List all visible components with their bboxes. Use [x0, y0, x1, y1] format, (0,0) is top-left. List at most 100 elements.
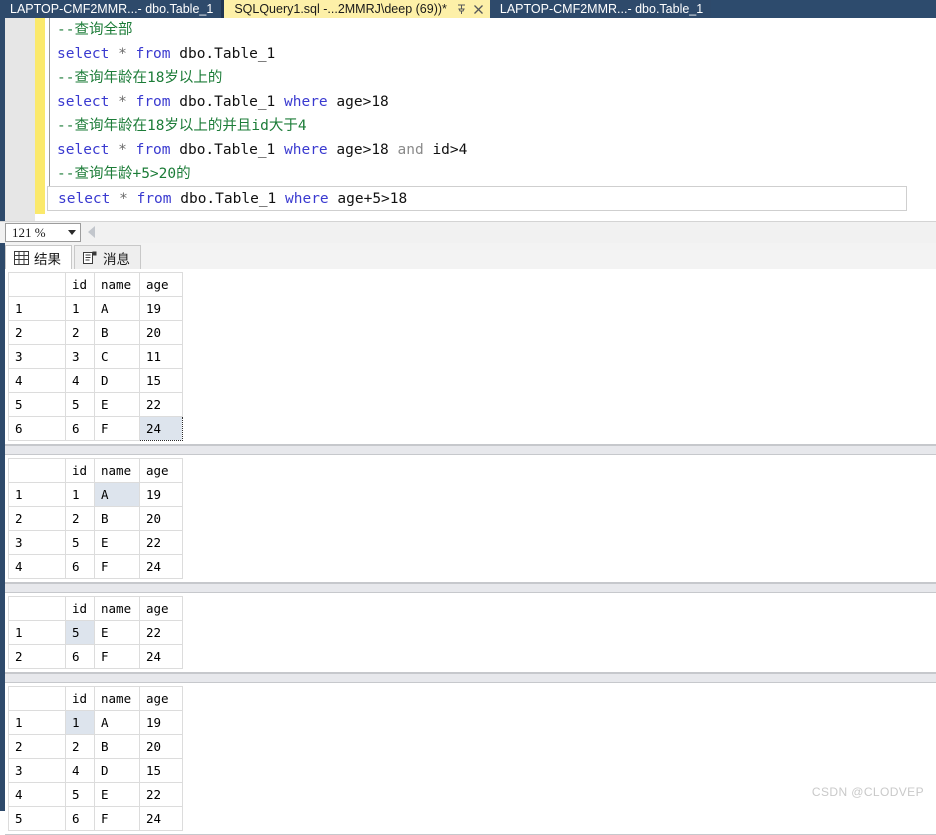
cell-age[interactable]: 11: [139, 344, 183, 369]
table-row[interactable]: 1 1 A 19: [8, 482, 183, 507]
cell-id[interactable]: 2: [65, 320, 95, 345]
table-row[interactable]: 6 6 F 24: [8, 416, 183, 441]
cell-name[interactable]: A: [94, 710, 140, 735]
cell-id[interactable]: 1: [65, 482, 95, 507]
cell-age[interactable]: 20: [139, 734, 183, 759]
cell-age-selected[interactable]: 24: [139, 416, 183, 441]
row-number-cell[interactable]: 3: [8, 344, 66, 369]
code-lines[interactable]: --查询全部 select * from dbo.Table_1 --查询年龄在18…: [47, 18, 932, 211]
column-header-age[interactable]: age: [139, 458, 183, 483]
cell-id[interactable]: 5: [65, 392, 95, 417]
table-row[interactable]: 1 1 A 19: [8, 296, 183, 321]
cell-name[interactable]: E: [94, 620, 140, 645]
grid-corner-cell[interactable]: [8, 596, 66, 621]
table-row[interactable]: 1 1 A 19: [8, 710, 183, 735]
code-line[interactable]: select * from dbo.Table_1 where age+5>18: [47, 186, 907, 211]
cell-name[interactable]: E: [94, 530, 140, 555]
table-row[interactable]: 3 3 C 11: [8, 344, 183, 369]
table-row[interactable]: 3 5 E 22: [8, 530, 183, 555]
code-line[interactable]: --查询年龄+5>20的: [52, 162, 932, 186]
result-grids-container[interactable]: id name age 1 1 A 19 2 2 B 20 3 3 C 11 4 4 D 15 5 5 E 22 6 6 F 24 i…: [5, 269, 936, 835]
document-tab-1[interactable]: SQLQuery1.sql -...2MMRJ\deep (69))*: [224, 0, 490, 18]
table-row[interactable]: 2 6 F 24: [8, 644, 183, 669]
row-number-cell[interactable]: 4: [8, 782, 66, 807]
cell-id[interactable]: 6: [65, 554, 95, 579]
cell-age[interactable]: 22: [139, 530, 183, 555]
cell-name[interactable]: B: [94, 506, 140, 531]
row-number-cell[interactable]: 4: [8, 554, 66, 579]
cell-id[interactable]: 5: [65, 782, 95, 807]
column-header-name[interactable]: name: [94, 272, 140, 297]
row-number-cell[interactable]: 3: [8, 758, 66, 783]
cell-id[interactable]: 2: [65, 506, 95, 531]
table-row[interactable]: 5 6 F 24: [8, 806, 183, 831]
row-number-cell[interactable]: 5: [8, 392, 66, 417]
result-grid[interactable]: id name age 1 1 A 19 2 2 B 20 3 4 D 15 4 5 E 22 5 6 F 24: [5, 686, 936, 835]
column-header-id[interactable]: id: [65, 686, 95, 711]
column-header-name[interactable]: name: [94, 596, 140, 621]
cell-name[interactable]: E: [94, 782, 140, 807]
cell-age[interactable]: 20: [139, 506, 183, 531]
cell-name[interactable]: F: [94, 554, 140, 579]
cell-name[interactable]: F: [94, 416, 140, 441]
cell-age[interactable]: 22: [139, 392, 183, 417]
code-line[interactable]: select * from dbo.Table_1 where age>18 a…: [52, 138, 932, 162]
cell-id[interactable]: 6: [65, 806, 95, 831]
pin-icon[interactable]: [455, 2, 469, 16]
code-line[interactable]: --查询年龄在18岁以上的: [52, 66, 932, 90]
document-tab-2[interactable]: LAPTOP-CMF2MMR...- dbo.Table_1: [489, 0, 712, 18]
cell-age[interactable]: 24: [139, 644, 183, 669]
grid-corner-cell[interactable]: [8, 272, 66, 297]
cell-age[interactable]: 19: [139, 296, 183, 321]
result-table[interactable]: id name age 1 5 E 22 2 6 F 24: [8, 596, 183, 669]
cell-id[interactable]: 6: [65, 644, 95, 669]
table-row[interactable]: 4 4 D 15: [8, 368, 183, 393]
cell-name[interactable]: A: [94, 296, 140, 321]
table-row[interactable]: 3 4 D 15: [8, 758, 183, 783]
cell-name[interactable]: D: [94, 758, 140, 783]
cell-age[interactable]: 22: [139, 782, 183, 807]
cell-id[interactable]: 3: [65, 344, 95, 369]
column-header-name[interactable]: name: [94, 686, 140, 711]
cell-age[interactable]: 19: [139, 710, 183, 735]
row-number-cell[interactable]: 6: [8, 416, 66, 441]
cell-name[interactable]: E: [94, 392, 140, 417]
cell-id[interactable]: 5: [65, 530, 95, 555]
row-number-cell[interactable]: 1: [8, 482, 66, 507]
cell-age[interactable]: 20: [139, 320, 183, 345]
close-icon[interactable]: [472, 2, 486, 16]
row-number-cell[interactable]: 2: [8, 734, 66, 759]
cell-age[interactable]: 24: [139, 806, 183, 831]
results-tab-messages[interactable]: 消息: [74, 245, 141, 269]
cell-name[interactable]: F: [94, 806, 140, 831]
scroll-left-arrow-icon[interactable]: [88, 226, 95, 238]
cell-name-selected[interactable]: A: [94, 482, 140, 507]
table-row[interactable]: 5 5 E 22: [8, 392, 183, 417]
results-tab-results[interactable]: 结果: [5, 245, 72, 269]
column-header-age[interactable]: age: [139, 272, 183, 297]
table-row[interactable]: 4 6 F 24: [8, 554, 183, 579]
cell-name[interactable]: F: [94, 644, 140, 669]
cell-id-selected[interactable]: 5: [65, 620, 95, 645]
result-grid[interactable]: id name age 1 5 E 22 2 6 F 24: [5, 596, 936, 673]
result-table[interactable]: id name age 1 1 A 19 2 2 B 20 3 4 D 15 4 5 E 22 5 6 F 24: [8, 686, 183, 831]
sql-editor[interactable]: --查询全部 select * from dbo.Table_1 --查询年龄在18…: [0, 18, 936, 221]
zoom-level-select[interactable]: 121 %: [5, 223, 81, 242]
cell-id[interactable]: 2: [65, 734, 95, 759]
row-number-cell[interactable]: 1: [8, 620, 66, 645]
grid-corner-cell[interactable]: [8, 686, 66, 711]
cell-id[interactable]: 4: [65, 758, 95, 783]
row-number-cell[interactable]: 3: [8, 530, 66, 555]
code-line[interactable]: --查询年龄在18岁以上的并且id大于4: [52, 114, 932, 138]
result-grid[interactable]: id name age 1 1 A 19 2 2 B 20 3 3 C 11 4 4 D 15 5 5 E 22 6 6 F 24: [5, 272, 936, 445]
table-row[interactable]: 2 2 B 20: [8, 734, 183, 759]
table-row[interactable]: 1 5 E 22: [8, 620, 183, 645]
cell-age[interactable]: 19: [139, 482, 183, 507]
result-table[interactable]: id name age 1 1 A 19 2 2 B 20 3 5 E 22 4 6 F 24: [8, 458, 183, 579]
row-number-cell[interactable]: 2: [8, 644, 66, 669]
column-header-id[interactable]: id: [65, 596, 95, 621]
column-header-name[interactable]: name: [94, 458, 140, 483]
code-line[interactable]: select * from dbo.Table_1 where age>18: [52, 90, 932, 114]
table-row[interactable]: 4 5 E 22: [8, 782, 183, 807]
row-number-cell[interactable]: 2: [8, 320, 66, 345]
